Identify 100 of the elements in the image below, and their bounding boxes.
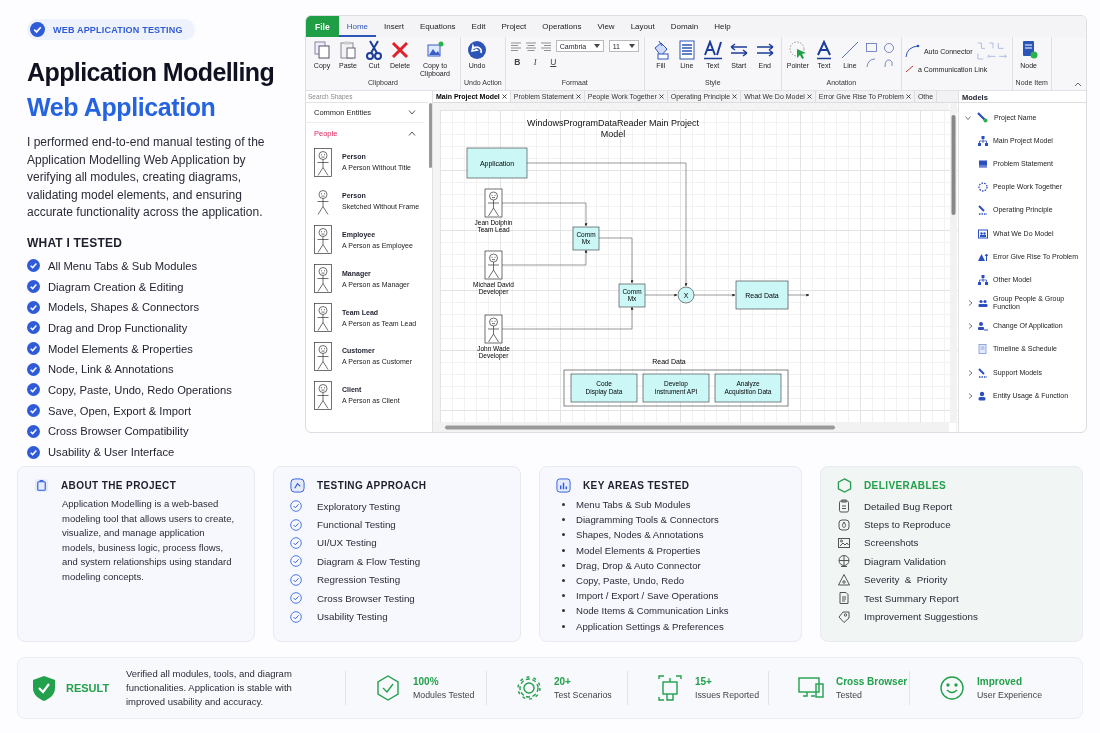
list-item: Diagram Validation	[864, 555, 947, 567]
list-item: Severity & Priority	[864, 574, 948, 586]
scrollbar[interactable]	[429, 103, 432, 168]
list-item: Menu Tabs & Sub Modules	[576, 499, 691, 511]
process-node	[570, 373, 638, 403]
check-icon	[27, 383, 40, 397]
tested-item: Save, Open, Export & Import	[48, 404, 192, 417]
chevron-right-icon	[968, 392, 973, 399]
list-item: Shapes, Nodes & Annotations	[576, 529, 704, 541]
close-icon[interactable]	[905, 94, 911, 99]
list-item: Usability Testing	[317, 611, 388, 623]
align-center-icon[interactable]	[525, 41, 536, 51]
stat-value: Improved	[977, 676, 1023, 687]
check-circle-icon	[290, 536, 302, 549]
clipboard-icon	[34, 477, 49, 493]
pointer-icon	[787, 40, 808, 60]
curve-tool-icon[interactable]	[883, 58, 894, 68]
check-icon	[27, 445, 40, 459]
tested-item: Cross Browser Compatibility	[48, 425, 189, 438]
card-title: KEY AREAS TESTED	[583, 479, 690, 491]
close-icon[interactable]	[732, 94, 738, 99]
text-style-button[interactable]: I	[528, 57, 542, 67]
text-style-button[interactable]: U	[546, 57, 560, 67]
close-icon[interactable]	[806, 94, 812, 99]
framed-person-icon	[314, 342, 332, 371]
person-icon	[317, 189, 329, 215]
list-item: Application Settings & Preferences	[576, 620, 724, 632]
stat-value: 15+	[695, 676, 713, 687]
framed-person-icon	[314, 303, 332, 332]
shield-check-icon	[32, 674, 56, 702]
process-node	[714, 373, 782, 403]
check-icon	[27, 321, 40, 335]
bullet	[562, 579, 565, 583]
mixer-node	[618, 283, 646, 308]
align-left-icon[interactable]	[510, 41, 521, 51]
menu-tab[interactable]: Operations	[534, 16, 590, 37]
circle-tool-icon[interactable]	[883, 43, 894, 53]
text-style-button[interactable]: B	[510, 57, 524, 67]
menu-tab[interactable]: Project	[493, 16, 535, 37]
frame-icon	[656, 674, 684, 702]
arc-tool-icon[interactable]	[865, 58, 876, 68]
chevron-right-icon	[968, 300, 973, 307]
menu-tab[interactable]: Insert	[376, 16, 412, 37]
chevron-right-icon	[968, 323, 973, 330]
smiley-icon	[938, 674, 966, 702]
framed-person-icon	[314, 148, 332, 177]
tested-item: Usability & User Interface	[48, 446, 175, 459]
lines-icon	[676, 40, 697, 60]
list-item: Diagramming Tools & Connectors	[576, 514, 719, 526]
menu-tab[interactable]: Equations	[412, 16, 464, 37]
check-circle-icon	[290, 518, 302, 531]
x-mark-icon	[390, 40, 410, 60]
stat-value: Cross Browser	[836, 676, 908, 687]
image-icon	[425, 40, 445, 60]
hierarchy-icon	[978, 274, 988, 285]
diagram-title: WindowsProgramDataReader Main Project Model	[526, 118, 700, 139]
menu-tab[interactable]: Domain	[662, 16, 707, 37]
page-subtitle: Web Application	[27, 92, 217, 122]
warning-icon	[837, 572, 851, 587]
check-badge-icon	[374, 674, 402, 702]
check-circle-icon	[290, 610, 302, 623]
connector-icon	[904, 44, 921, 58]
rectangle-tool-icon[interactable]	[865, 43, 877, 52]
tested-item: Models, Shapes & Connectors	[48, 301, 200, 314]
tag-icon	[837, 609, 851, 624]
scissors-icon	[364, 40, 384, 60]
hierarchy-icon	[978, 135, 988, 146]
stat-value: 20+	[554, 676, 572, 687]
menu-tab[interactable]: View	[589, 16, 623, 37]
stat-value: 100%	[413, 676, 440, 687]
check-circle-icon	[290, 500, 302, 513]
person-icon	[978, 390, 988, 401]
tested-item: Model Elements & Properties	[48, 342, 193, 355]
badge-text: WEB APPLICATION TESTING	[53, 24, 183, 35]
close-icon[interactable]	[501, 94, 507, 99]
framed-person-icon	[314, 380, 332, 410]
align-right-icon[interactable]	[540, 41, 551, 51]
card-description: Application Modelling is a web-based modeling tool that allows users to create, visualize, and manage application models, business logic, process flows, and system relationships using standard modeling concepts.	[62, 497, 236, 584]
collapse-icon[interactable]	[1074, 81, 1082, 87]
list-item: Detailed Bug Report	[864, 500, 953, 512]
section-heading: WHAT I TESTED	[27, 235, 124, 250]
menu-tab[interactable]: Layout	[622, 16, 663, 37]
menu-tab[interactable]: Home	[338, 16, 376, 37]
card-title: TESTING APPROACH	[317, 479, 427, 491]
menu-tab[interactable]: Edit	[463, 16, 494, 37]
globe-icon	[837, 554, 851, 569]
dropdown-arrow-icon	[593, 44, 600, 48]
people-board-icon	[978, 228, 988, 239]
intro-paragraph: I performed end-to-end manual testing of the Application Modelling Web Application by verifying all modules, creating diagrams, validating model elements, and ensuring accurate functionality across the application.	[27, 134, 266, 221]
close-icon[interactable]	[658, 94, 664, 99]
scrollbar[interactable]	[433, 423, 949, 432]
close-icon[interactable]	[575, 94, 581, 99]
scrollbar[interactable]	[950, 103, 957, 423]
connector-shapes-icon[interactable]	[976, 40, 1009, 62]
gear-icon	[515, 674, 543, 702]
menu-tab[interactable]: Help	[706, 16, 739, 37]
junction-node	[677, 286, 695, 304]
check-icon	[27, 342, 40, 356]
text-style-icon	[702, 40, 723, 60]
list-item: Diagram & Flow Testing	[317, 555, 421, 567]
